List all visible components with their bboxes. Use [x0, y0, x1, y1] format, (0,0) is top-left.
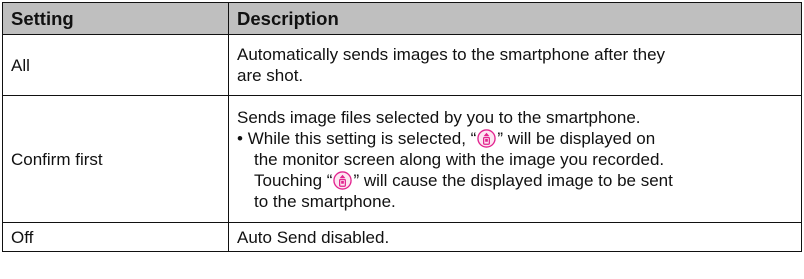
table-row: Off Auto Send disabled.: [2, 222, 802, 252]
bullet-continuation: to the smartphone.: [254, 191, 396, 211]
header-setting: Setting: [2, 2, 229, 35]
smartphone-send-icon: [477, 128, 497, 148]
table-row: Confirm first Sends image files selected…: [2, 95, 802, 223]
setting-cell: Confirm first: [2, 95, 229, 223]
description-intro: Sends image files selected by you to the…: [237, 107, 641, 127]
setting-cell: All: [2, 34, 229, 96]
header-description: Description: [228, 2, 802, 35]
setting-cell: Off: [2, 222, 229, 252]
bullet: •: [237, 128, 243, 148]
table-row: All Automatically sends images to the sm…: [2, 34, 802, 96]
description-cell: Automatically sends images to the smartp…: [228, 34, 802, 96]
description-line: Automatically sends images to the smartp…: [237, 45, 666, 64]
settings-table: Setting Description All Automatically se…: [2, 2, 802, 252]
bullet-text: ” will cause the displayed image to be s…: [353, 170, 673, 190]
bullet-text: While this setting is selected, “: [247, 128, 477, 148]
bullet-continuation: Touching “ ” will cause the displayed im…: [237, 170, 801, 191]
description-cell: Sends image files selected by you to the…: [228, 95, 802, 223]
bullet-continuation: the monitor screen along with the image …: [254, 149, 665, 169]
bullet-text: Touching “: [254, 170, 333, 190]
description-line: are shot.: [237, 66, 304, 85]
smartphone-send-icon: [333, 170, 353, 190]
bullet-text: ” will be displayed on: [497, 128, 656, 148]
header-row: Setting Description: [2, 2, 802, 35]
description-cell: Auto Send disabled.: [228, 222, 802, 252]
bullet-line: • While this setting is selected, “ ” wi…: [237, 128, 801, 149]
